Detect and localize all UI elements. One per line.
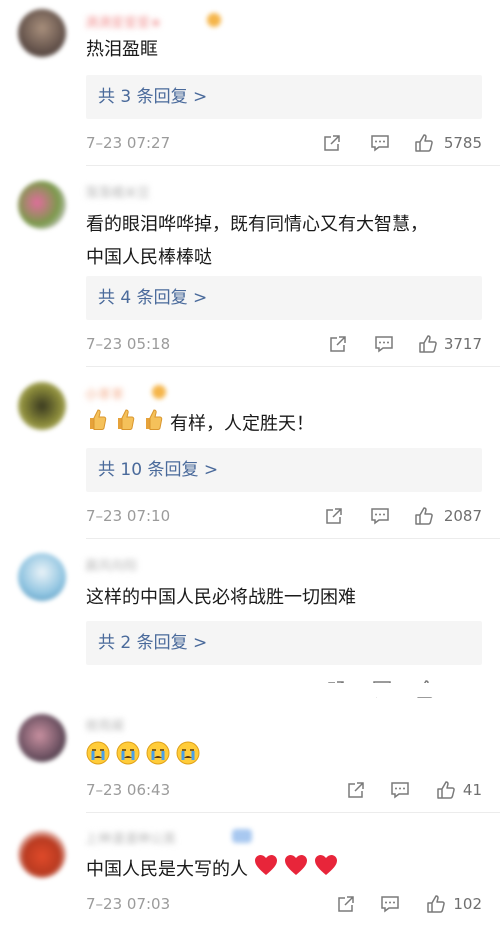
thumbs-up-emoji — [142, 407, 164, 442]
like-icon[interactable] — [418, 334, 438, 354]
screenshot-crop-gap — [0, 683, 500, 697]
share-icon[interactable] — [346, 780, 366, 800]
heart-emoji — [254, 854, 278, 887]
timestamp: 7–23 07:10 — [86, 507, 171, 525]
comment-text: 有样，人定胜天！ — [86, 407, 314, 442]
comment-icon[interactable] — [370, 133, 390, 153]
crying-emoji — [86, 741, 110, 776]
vip-badge-icon — [207, 13, 221, 27]
comment-text: 看的眼泪哗哗掉，既有同情心又有大智慧， 中国人民棒棒哒 — [86, 208, 428, 274]
avatar[interactable] — [18, 382, 66, 430]
timestamp: 7–23 07:03 — [86, 895, 171, 913]
thumbs-up-emoji — [86, 407, 108, 442]
comment-meta: 7–23 07:27 5785 — [86, 131, 482, 155]
view-replies-link[interactable]: 共 4 条回复 > — [86, 276, 482, 320]
like-count: 41 — [462, 781, 482, 799]
like-count: 102 — [453, 895, 482, 913]
heart-emoji — [314, 854, 338, 887]
username[interactable]: 满满爱爱爱★ — [85, 12, 162, 31]
crying-emoji — [116, 741, 140, 776]
comment-text-body: 中国人民是大写的人 — [86, 859, 248, 880]
like-count: 5785 — [443, 134, 482, 152]
username[interactable]: 上神漫漫神公英 — [85, 828, 176, 847]
comment-text: 热泪盈眶 — [86, 39, 158, 60]
avatar[interactable] — [18, 181, 66, 229]
username[interactable]: 小羊羊 — [85, 384, 124, 403]
comment-text-line: 中国人民棒棒哒 — [86, 247, 212, 268]
like-icon[interactable] — [426, 894, 446, 914]
username[interactable]: 晨风向阳 — [85, 555, 137, 574]
share-icon[interactable] — [328, 334, 348, 354]
divider — [86, 366, 500, 367]
comment-text: 这样的中国人民必将战胜一切困难 — [86, 587, 356, 608]
comment-icon[interactable] — [370, 506, 390, 526]
username[interactable]: 夜雨阑 — [85, 715, 124, 734]
vip-badge-icon — [152, 385, 166, 399]
comment-icon[interactable] — [390, 780, 410, 800]
comment-text: 中国人民是大写的人 — [86, 853, 344, 887]
comment-meta: 7–23 07:10 2087 — [86, 504, 482, 528]
comment-icon[interactable] — [374, 334, 394, 354]
comment-text-body: 有样，人定胜天！ — [170, 413, 314, 435]
comment-text — [86, 741, 206, 776]
timestamp: 7–23 07:27 — [86, 134, 171, 152]
vip-badge-icon — [232, 829, 252, 843]
username[interactable]: 落落橘米豆 — [85, 182, 150, 201]
divider — [86, 812, 500, 813]
timestamp: 7–23 05:18 — [86, 335, 171, 353]
like-icon[interactable] — [414, 133, 434, 153]
thumbs-up-emoji — [114, 407, 136, 442]
divider — [86, 165, 500, 166]
comment-icon[interactable] — [380, 894, 400, 914]
comment-meta: 7–23 05:18 3717 — [86, 332, 482, 356]
share-icon[interactable] — [322, 133, 342, 153]
comment-meta: 7–23 07:03 102 — [86, 892, 482, 916]
like-count: 2087 — [443, 507, 482, 525]
avatar[interactable] — [18, 9, 66, 57]
timestamp: 7–23 06:43 — [86, 781, 171, 799]
avatar[interactable] — [18, 553, 66, 601]
avatar[interactable] — [18, 714, 66, 762]
view-replies-link[interactable]: 共 10 条回复 > — [86, 448, 482, 492]
view-replies-link[interactable]: 共 2 条回复 > — [86, 621, 482, 665]
heart-emoji — [284, 854, 308, 887]
like-icon[interactable] — [436, 780, 456, 800]
view-replies-link[interactable]: 共 3 条回复 > — [86, 75, 482, 119]
share-icon[interactable] — [324, 506, 344, 526]
crying-emoji — [146, 741, 170, 776]
crying-emoji — [176, 741, 200, 776]
comment-meta: 7–23 06:43 41 — [86, 778, 482, 802]
divider — [86, 538, 500, 539]
like-icon[interactable] — [414, 506, 434, 526]
avatar[interactable] — [18, 830, 66, 878]
share-icon[interactable] — [336, 894, 356, 914]
comment-text-line: 看的眼泪哗哗掉，既有同情心又有大智慧， — [86, 214, 428, 235]
like-count: 3717 — [443, 335, 482, 353]
